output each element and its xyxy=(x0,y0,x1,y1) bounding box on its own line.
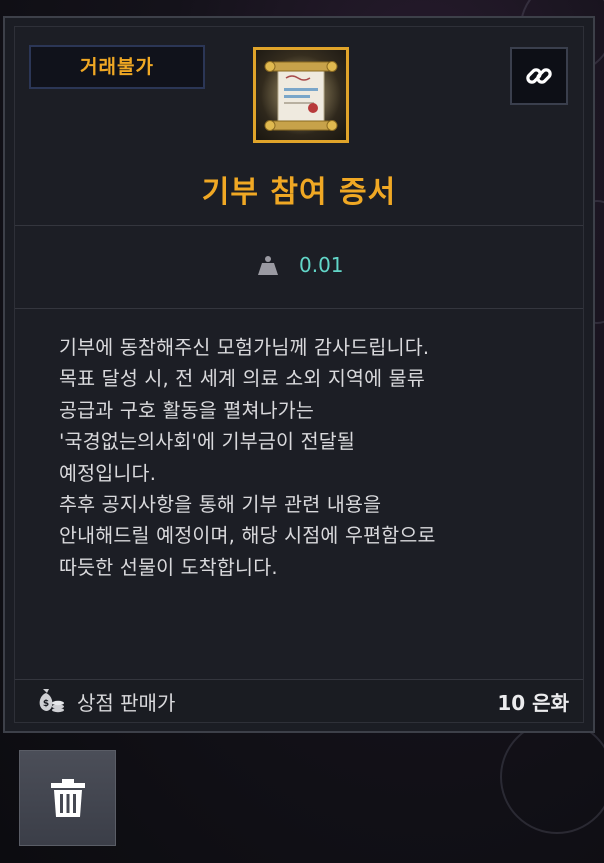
link-icon xyxy=(526,68,552,84)
item-tooltip-inner: 거래불가 기부 참여 증서 0.01 기부에 동참해주신 모험가님께 감사드립니… xyxy=(14,26,584,723)
delete-item-button[interactable] xyxy=(19,750,116,846)
link-button[interactable] xyxy=(510,47,568,105)
trash-icon xyxy=(51,779,85,817)
weight-value: 0.01 xyxy=(299,253,344,277)
item-name: 기부 참여 증서 xyxy=(201,175,397,210)
weight-row: 0.01 xyxy=(15,226,583,309)
svg-text:$: $ xyxy=(43,699,49,709)
sell-price-label: 상점 판매가 xyxy=(77,691,176,715)
item-description: 기부에 동참해주신 모험가님께 감사드립니다. 목표 달성 시, 전 세계 의료… xyxy=(59,336,436,579)
sell-price-value: 10 은화 xyxy=(497,691,569,715)
tooltip-header: 거래불가 기부 참여 증서 xyxy=(15,27,583,226)
item-tooltip-panel: 거래불가 기부 참여 증서 0.01 기부에 동참해주신 모험가님께 감사드립니… xyxy=(3,16,595,733)
donation-certificate-scroll-icon xyxy=(261,55,341,135)
background-decoration xyxy=(500,720,604,834)
money-bag-icon: $ xyxy=(39,689,64,713)
sell-price-row: $ 상점 판매가 10 은화 xyxy=(15,679,583,722)
item-icon-frame xyxy=(253,47,349,143)
weight-icon xyxy=(258,256,278,275)
untradable-badge: 거래불가 xyxy=(29,45,205,89)
